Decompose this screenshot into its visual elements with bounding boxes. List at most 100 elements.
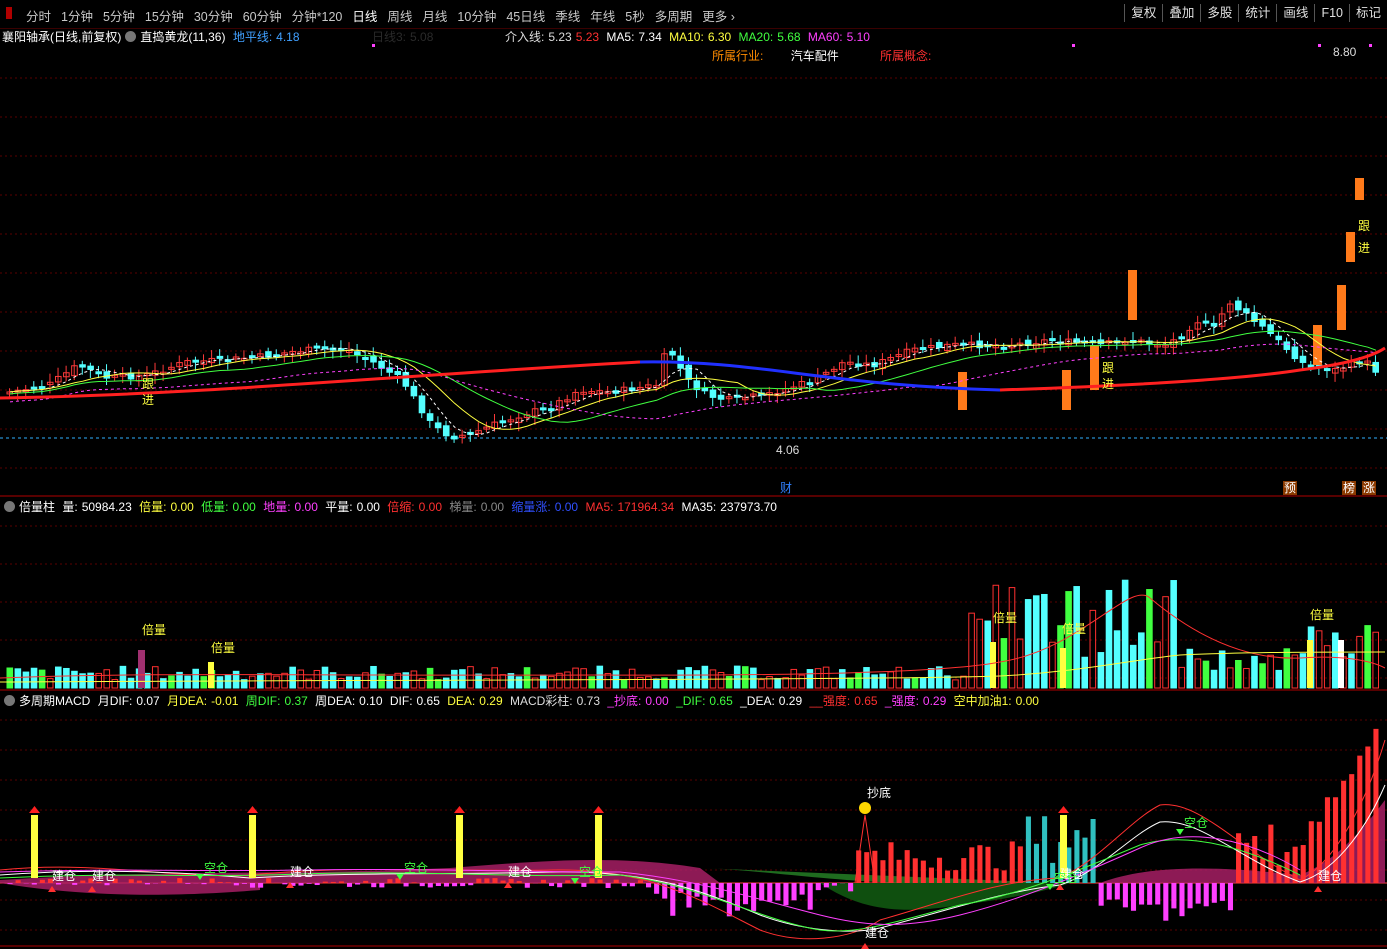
volume-bar [588, 676, 596, 689]
follow-signal-char: 跟 [142, 377, 154, 391]
volume-bar [1259, 663, 1266, 689]
macd-pink-area-2 [0, 883, 260, 895]
candle-body [1210, 322, 1218, 327]
beiliang-bar [1307, 640, 1313, 688]
volume-bar [337, 678, 345, 689]
candle-body [806, 382, 814, 386]
orange-candle [1355, 178, 1364, 200]
follow-signal-char: 进 [142, 393, 154, 407]
volume-bar [1299, 653, 1307, 689]
trend-red-line [0, 360, 641, 400]
candle-body [709, 389, 717, 398]
beiliang-bar [1060, 648, 1066, 688]
candle-body [410, 385, 418, 397]
volume-bar [1372, 631, 1379, 689]
volume-bar [604, 673, 612, 689]
volume-bar [830, 678, 838, 689]
volume-bar [426, 667, 434, 689]
empty-label: 空仓 [204, 861, 228, 875]
marker-dot [372, 44, 375, 47]
volume-bar [378, 673, 385, 689]
volume-bar [1154, 641, 1161, 689]
volume-bar [952, 679, 959, 689]
empty-label: 空仓 [404, 861, 428, 875]
candle-body [499, 420, 507, 424]
candle-body [1275, 335, 1283, 341]
pre-tag: 预 [1284, 481, 1296, 495]
volume-bar [1073, 586, 1080, 689]
candle-body [394, 370, 402, 375]
candle-body [370, 355, 377, 363]
volume-bar [216, 676, 224, 689]
volume-bar [1049, 641, 1056, 689]
volume-bar [1283, 648, 1291, 689]
candle-body [1307, 364, 1315, 368]
candle-body [1235, 300, 1242, 311]
volume-bar [103, 669, 111, 689]
candle-body [426, 413, 434, 421]
volume-bar [741, 666, 749, 689]
volume-bar [71, 670, 78, 689]
volume-bar [143, 672, 151, 689]
volume-bar [507, 673, 515, 689]
volume-bar [192, 668, 199, 689]
candle-body [192, 359, 199, 363]
volume-bar [127, 677, 135, 689]
orange-candle [1090, 345, 1099, 390]
candle-body [38, 386, 46, 390]
volume-bar [54, 666, 62, 689]
volume-bar [46, 678, 54, 689]
marker-dot [1072, 44, 1075, 47]
volume-ma35-line [0, 651, 1386, 683]
volume-bar [539, 674, 547, 689]
volume-bar [1291, 654, 1299, 689]
volume-bar [442, 677, 450, 689]
volume-bar [685, 667, 693, 689]
volume-bar [1202, 660, 1210, 689]
marker-dot [1369, 44, 1372, 47]
chaodi-label: 抄底 [867, 785, 891, 800]
empty-arrow-icon [1176, 829, 1184, 835]
signal-arrow-icon [1058, 806, 1069, 813]
volume-bar [1105, 589, 1113, 689]
volume-bar-special [1338, 640, 1344, 688]
volume-bar [1251, 655, 1258, 689]
orange-candle [958, 372, 967, 410]
candle-body [1178, 336, 1186, 340]
candle-body [1259, 318, 1266, 327]
build-label: 建仓 [52, 869, 76, 883]
ma20-line [9, 330, 1377, 423]
candle-body [701, 387, 709, 392]
volume-ma5-line [0, 594, 1386, 679]
volume-bar [944, 675, 951, 689]
volume-bar [1275, 669, 1283, 689]
volume-bar [855, 671, 862, 689]
volume-bar [750, 667, 757, 689]
signal-bar [31, 815, 38, 878]
volume-bar [620, 679, 628, 689]
list-tag: 榜 [1343, 480, 1355, 495]
volume-bar [160, 678, 167, 689]
candle-body [717, 394, 725, 400]
candle-body [548, 408, 555, 412]
volume-bar [297, 669, 305, 689]
volume-bar [1016, 638, 1024, 689]
candle-body [313, 345, 321, 349]
volume-bar [1129, 644, 1137, 689]
volume-bar [1065, 591, 1072, 689]
candle-body [402, 371, 410, 387]
volume-bar [38, 669, 46, 689]
candle-body [79, 364, 86, 368]
stock-chart-canvas[interactable]: 跟进跟进跟进财预榜涨倍量倍量倍量倍量倍量抄底建仓 建仓 建仓 建仓建仓建仓 建仓空仓 空仓… [0, 0, 1387, 949]
volume-bar [1000, 638, 1008, 689]
volume-bar [459, 669, 466, 689]
volume-bar [232, 670, 240, 689]
candle-body [1267, 324, 1274, 335]
follow-signal-char: 进 [1358, 241, 1370, 255]
follow-signal-char: 跟 [1102, 361, 1114, 375]
volume-bar [1235, 660, 1242, 689]
candle-body [378, 360, 385, 369]
signal-arrow-icon [593, 806, 604, 813]
ma10-line [9, 318, 1377, 430]
empty-label: 空仓 [579, 865, 603, 879]
